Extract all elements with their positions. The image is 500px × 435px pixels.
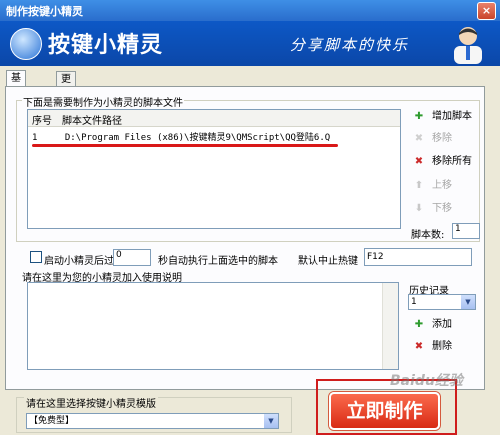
remove-all-button[interactable]: ✖ 移除所有 xyxy=(412,153,472,171)
scripts-group-title: 下面是需要制作为小精灵的脚本文件 xyxy=(22,94,184,109)
move-up-button[interactable]: ⬆ 上移 xyxy=(412,177,452,195)
script-list[interactable]: 序号 脚本文件路径 1 D:\Program Files (x86)\按键精灵9… xyxy=(27,109,401,229)
description-scrollbar[interactable] xyxy=(382,283,398,369)
auto-start-delay-input[interactable]: 0 xyxy=(113,249,151,266)
arrow-down-icon: ⬇ xyxy=(414,203,424,214)
script-count-label: 脚本数: xyxy=(411,230,445,241)
row-index: 1 xyxy=(32,133,38,143)
remove-button[interactable]: ✖ 移除 xyxy=(412,130,452,148)
red-underline-annotation xyxy=(32,144,338,147)
make-now-button[interactable]: 立即制作 xyxy=(329,392,440,430)
column-index: 序号 xyxy=(32,116,52,127)
description-textarea[interactable] xyxy=(27,282,399,370)
plus-icon: ✚ xyxy=(414,319,424,330)
slogan: 分享脚本的快乐 xyxy=(290,36,410,54)
remove-icon: ✖ xyxy=(414,133,424,144)
column-path: 脚本文件路径 xyxy=(62,116,122,127)
user-avatar-icon xyxy=(454,27,482,64)
chevron-down-icon: ▼ xyxy=(461,295,475,309)
plus-icon: ✚ xyxy=(414,111,424,122)
auto-start-checkbox[interactable] xyxy=(30,251,42,263)
tab-more-settings[interactable]: 更多设置 xyxy=(56,71,76,130)
banner: 按键小精灵 分享脚本的快乐 xyxy=(0,21,500,66)
history-select[interactable]: 1 ▼ xyxy=(408,294,476,310)
remove-all-icon: ✖ xyxy=(414,156,424,167)
hotkey-input[interactable]: F12 xyxy=(364,248,472,266)
template-label: 请在这里选择按键小精灵模版 xyxy=(24,395,158,410)
history-add-button[interactable]: ✚ 添加 xyxy=(412,316,452,334)
arrow-up-icon: ⬆ xyxy=(414,180,424,191)
chevron-down-icon: ▼ xyxy=(264,414,278,428)
script-count-field: 1 xyxy=(452,223,480,239)
app-logo-icon xyxy=(10,28,42,60)
title-bar: 制作按键小精灵 × xyxy=(0,0,500,21)
app-name: 按键小精灵 xyxy=(48,33,164,58)
hotkey-label: 默认中止热键 xyxy=(298,256,358,267)
tab-basic-info[interactable]: 基本信息 xyxy=(6,70,26,129)
history-delete-button[interactable]: ✖ 删除 xyxy=(412,338,452,356)
list-header: 序号 脚本文件路径 xyxy=(28,110,400,127)
watermark: Baidu经验 xyxy=(390,373,463,389)
template-select[interactable]: 【免费型】 ▼ xyxy=(26,413,279,429)
add-script-button[interactable]: ✚ 增加脚本 xyxy=(412,108,472,126)
auto-start-label: 启动小精灵后过 xyxy=(44,256,114,267)
window-title: 制作按键小精灵 xyxy=(6,5,83,18)
table-row[interactable]: 1 D:\Program Files (x86)\按键精灵9\QMScript\… xyxy=(32,130,330,143)
move-down-button[interactable]: ⬇ 下移 xyxy=(412,200,452,218)
close-button[interactable]: × xyxy=(477,2,496,20)
auto-start-suffix: 秒自动执行上面选中的脚本 xyxy=(158,256,278,267)
row-path: D:\Program Files (x86)\按键精灵9\QMScript\QQ… xyxy=(64,133,331,143)
delete-icon: ✖ xyxy=(414,341,424,352)
